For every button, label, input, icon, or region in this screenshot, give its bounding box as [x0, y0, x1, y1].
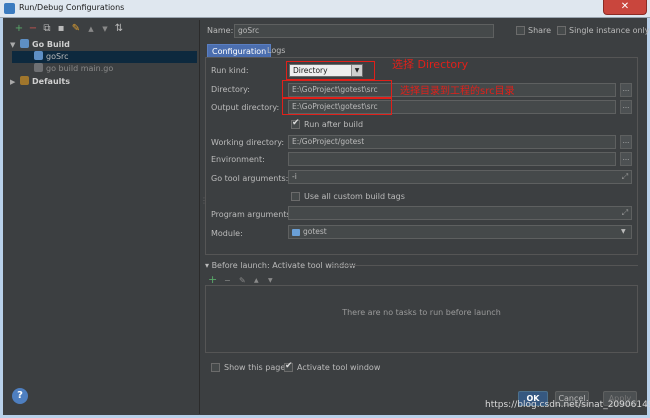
collapse-arrow-icon[interactable]: ▶	[10, 76, 20, 88]
tree-item-label: go build main.go	[46, 64, 114, 73]
run-kind-label: Run kind:	[211, 66, 249, 75]
chevron-down-icon[interactable]: ▼	[621, 228, 626, 235]
share-checkbox[interactable]	[516, 26, 525, 35]
annotation-src: 选择目录到工程的src目录	[400, 86, 515, 97]
environment-input[interactable]	[288, 152, 616, 166]
go-build-icon	[20, 39, 29, 48]
settings-icon[interactable]: ✎	[71, 24, 81, 34]
defaults-icon	[20, 76, 29, 85]
divider	[331, 265, 638, 266]
move-down-icon[interactable]: ▼	[100, 24, 110, 34]
output-highlight	[282, 98, 392, 115]
show-page-label: Show this page	[224, 363, 286, 372]
empty-tasks-message: There are no tasks to run before launch	[342, 308, 501, 317]
move-down-icon[interactable]: ▼	[268, 277, 273, 284]
move-up-icon[interactable]: ▲	[254, 277, 259, 284]
environment-label: Environment:	[211, 155, 265, 164]
tree-group-go-build[interactable]: ▼ Go Build	[10, 39, 70, 51]
run-after-build-label: Run after build	[304, 120, 364, 129]
expand-icon[interactable]: ⤢	[619, 207, 631, 221]
edit-task-icon[interactable]: ✎	[239, 276, 246, 285]
watermark: https://blog.csdn.net/sinat_20906149	[485, 400, 650, 410]
app-icon	[4, 3, 15, 14]
share-label: Share	[528, 26, 552, 35]
output-directory-label: Output directory:	[211, 103, 280, 112]
move-up-icon[interactable]: ▲	[86, 24, 96, 34]
program-arguments-input[interactable]	[288, 206, 632, 220]
custom-build-tags-label: Use all custom build tags	[304, 192, 405, 201]
expand-arrow-icon[interactable]: ▼	[10, 39, 20, 51]
tree-item-go-build-main[interactable]: go build main.go	[34, 63, 113, 75]
directory-browse-button[interactable]: ...	[620, 83, 632, 97]
custom-build-tags-checkbox[interactable]	[291, 192, 300, 201]
environment-browse-button[interactable]: ...	[620, 152, 632, 166]
run-after-build-checkbox[interactable]	[291, 118, 300, 129]
name-label: Name:	[207, 26, 234, 35]
module-label: Module:	[211, 229, 243, 238]
single-instance-checkbox[interactable]	[557, 26, 566, 35]
tree-item-gosrc[interactable]: goSrc	[12, 51, 197, 63]
tree-group-label: Defaults	[32, 77, 70, 86]
output-browse-button[interactable]: ...	[620, 100, 632, 114]
copy-icon[interactable]: ⧉	[42, 24, 52, 34]
tree-group-defaults[interactable]: ▶ Defaults	[10, 76, 70, 88]
directory-highlight	[282, 80, 392, 98]
single-instance-label: Single instance only	[569, 26, 650, 35]
tab-configuration[interactable]: Configuration	[207, 44, 272, 58]
module-select[interactable]: gotest	[288, 225, 632, 239]
working-directory-input[interactable]: E:/GoProject/gotest	[288, 135, 616, 149]
go-tool-arguments-label: Go tool arguments:	[211, 174, 289, 183]
directory-label: Directory:	[211, 85, 250, 94]
before-launch-task-list	[205, 285, 638, 353]
title-bar: Run/Debug Configurations	[0, 0, 650, 18]
annotation-directory: 选择 Directory	[392, 58, 469, 71]
show-page-checkbox[interactable]	[211, 363, 220, 372]
working-browse-button[interactable]: ...	[620, 135, 632, 149]
program-arguments-label: Program arguments:	[211, 210, 294, 219]
tab-logs[interactable]: Logs	[263, 44, 289, 58]
chevron-down-icon[interactable]: ▼	[351, 65, 362, 76]
go-tool-arguments-input[interactable]: -i	[288, 170, 632, 184]
sort-icon[interactable]: ⇅	[114, 24, 124, 34]
window-title: Run/Debug Configurations	[19, 3, 125, 12]
save-icon[interactable]: ▪	[56, 24, 66, 34]
tree-group-label: Go Build	[32, 40, 70, 49]
activate-tool-window-label: Activate tool window	[297, 363, 381, 372]
go-config-icon	[34, 51, 43, 60]
help-icon[interactable]: ?	[12, 388, 28, 404]
expand-icon[interactable]: ⤢	[619, 171, 631, 185]
module-folder-icon	[292, 229, 300, 236]
remove-icon[interactable]: −	[28, 24, 38, 34]
remove-task-icon[interactable]: −	[224, 276, 231, 285]
add-icon[interactable]: +	[14, 24, 24, 34]
activate-tool-window-checkbox[interactable]	[284, 361, 293, 372]
working-directory-label: Working directory:	[211, 138, 285, 147]
close-button[interactable]: ✕	[603, 0, 647, 15]
name-input[interactable]: goSrc	[234, 24, 494, 38]
go-config-icon	[34, 63, 43, 72]
tree-item-label: goSrc	[46, 52, 69, 61]
